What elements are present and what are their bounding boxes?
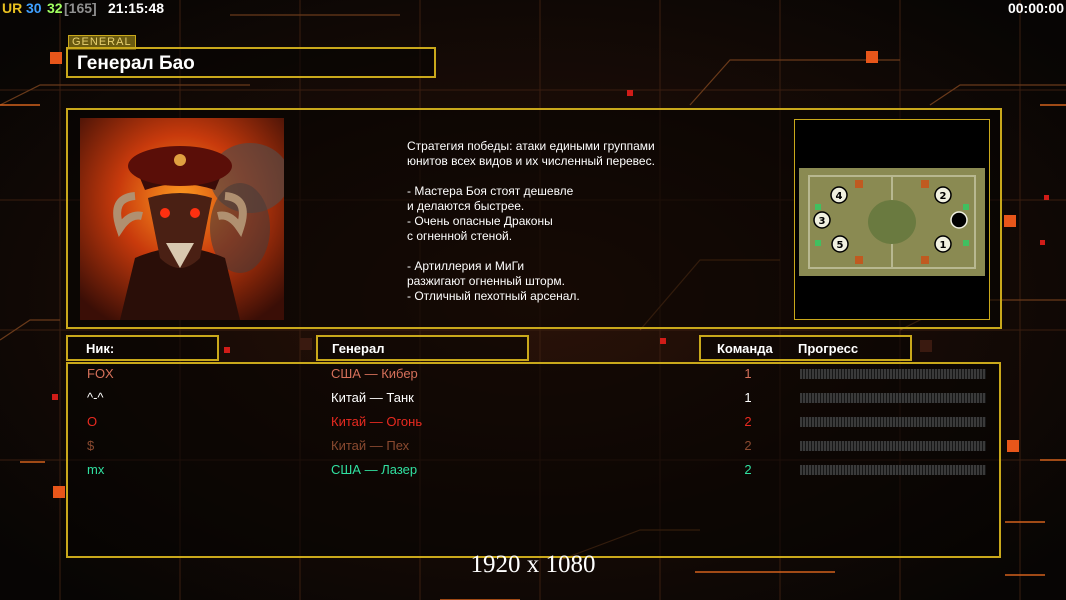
- hud-timer: 00:00:00: [1007, 0, 1064, 16]
- description-line: - Мастера Боя стоят дешевле: [407, 184, 574, 198]
- player-general: Китай — Огонь: [331, 414, 423, 429]
- skirmish-minimap-icon: 4 2 3 5 1: [795, 120, 989, 319]
- description-line: юнитов всех видов и их численный перевес…: [407, 154, 655, 168]
- hud-clock: 21:15:48: [108, 0, 165, 16]
- description-line: - Артиллерия и МиГи: [407, 259, 525, 273]
- player-team: 1: [744, 366, 752, 381]
- description-line: - Очень опасные Драконы: [407, 214, 553, 228]
- description-line: [407, 169, 727, 184]
- player-progress-bar: [800, 393, 986, 403]
- general-title-frame: Генерал Бао: [66, 47, 436, 78]
- player-progress-bar: [800, 441, 986, 451]
- hud-value-a: 30: [26, 0, 42, 16]
- header-team-progress-frame: Команда Прогресс: [699, 335, 912, 361]
- player-general: Китай — Пех: [331, 438, 410, 453]
- player-team: 2: [744, 414, 752, 429]
- resolution-watermark: 1920 x 1080: [470, 551, 596, 578]
- spawn-label: 2: [940, 191, 947, 202]
- player-general: США — Лазер: [331, 462, 418, 477]
- spawn-label: 3: [819, 216, 826, 227]
- player-row: O Китай — Огонь 2: [0, 414, 1066, 434]
- player-progress-bar: [800, 369, 986, 379]
- description-line: разжигают огненный шторм.: [407, 274, 565, 288]
- spawn-label: 1: [940, 240, 947, 251]
- header-team: Команда: [717, 341, 773, 356]
- player-nick: FOX: [87, 366, 114, 381]
- hud-bar: UR 30 32 [165] 21:15:48 00:00:00: [0, 0, 1066, 18]
- general-name: Генерал Бао: [77, 53, 195, 74]
- header-general: Генерал: [332, 341, 385, 356]
- player-nick: ^-^: [87, 390, 104, 405]
- hud-value-b: 32: [47, 0, 63, 16]
- description-line: [407, 244, 727, 259]
- hud-label: UR: [2, 0, 23, 16]
- description-line: и делаются быстрее.: [407, 199, 525, 213]
- header-nick: Ник:: [86, 341, 115, 356]
- player-progress-bar: [800, 417, 986, 427]
- player-general: США — Кибер: [331, 366, 418, 381]
- demon-general-portrait-icon: [80, 118, 284, 320]
- player-row: ^-^ Китай — Танк 1: [0, 390, 1066, 410]
- player-row: $ Китай — Пех 2: [0, 438, 1066, 458]
- player-team: 2: [744, 438, 752, 453]
- player-nick: $: [87, 438, 95, 453]
- description-line: с огненной стеной.: [407, 229, 513, 243]
- player-team: 1: [744, 390, 752, 405]
- player-nick: mx: [87, 462, 105, 477]
- header-nick-frame: Ник:: [66, 335, 219, 361]
- header-progress: Прогресс: [798, 341, 859, 356]
- header-general-frame: Генерал: [316, 335, 529, 361]
- player-general: Китай — Танк: [331, 390, 414, 405]
- player-row: mx США — Лазер 2: [0, 462, 1066, 482]
- description-line: Стратегия победы: атаки едиными группами: [407, 139, 655, 153]
- general-description: Стратегия победы: атаки едиными группами…: [407, 139, 727, 304]
- player-row: FOX США — Кибер 1: [0, 366, 1066, 386]
- player-nick: O: [87, 414, 98, 429]
- player-progress-bar: [800, 465, 986, 475]
- hud-value-c: [165]: [64, 0, 97, 16]
- map-preview: 4 2 3 5 1: [794, 119, 990, 320]
- player-team: 2: [744, 462, 752, 477]
- spawn-label: 4: [836, 191, 843, 202]
- spawn-label: 5: [837, 240, 844, 251]
- description-line: - Отличный пехотный арсенал.: [407, 289, 580, 303]
